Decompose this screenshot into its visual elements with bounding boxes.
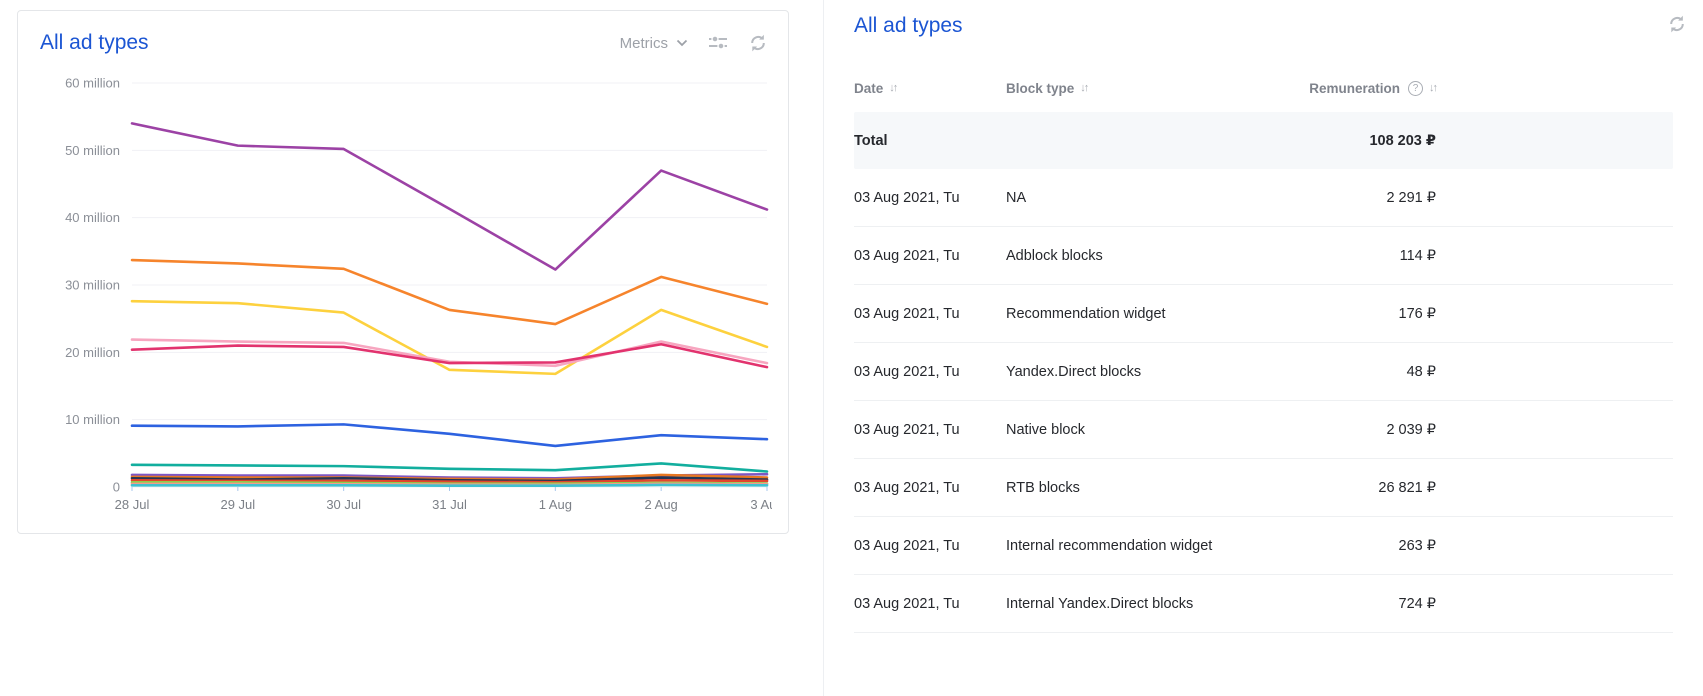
chart-card-header: All ad types Metrics (32, 21, 774, 57)
column-header-block-type[interactable]: Block type ↓↑ (1006, 81, 1286, 96)
row-remuneration: 176 ₽ (1286, 306, 1436, 322)
refresh-icon[interactable] (1667, 14, 1687, 34)
y-tick-label: 20 million (65, 345, 120, 360)
y-tick-label: 10 million (65, 412, 120, 427)
row-remuneration: 263 ₽ (1286, 538, 1436, 554)
row-date: 03 Aug 2021, Tu (854, 306, 1006, 322)
table-row: 03 Aug 2021, Tu Native block 2 039 ₽ (854, 401, 1673, 459)
table-row: 03 Aug 2021, Tu Recommendation widget 17… (854, 285, 1673, 343)
row-block-type: Recommendation widget (1006, 306, 1286, 322)
chevron-down-icon (676, 37, 688, 49)
chart-line-crimson-line (132, 344, 767, 367)
row-remuneration: 724 ₽ (1286, 596, 1436, 612)
x-tick-label: 29 Jul (220, 497, 255, 512)
sort-icon[interactable]: ↓↑ (1429, 82, 1436, 94)
table-row: 03 Aug 2021, Tu RTB blocks 26 821 ₽ (854, 459, 1673, 517)
row-block-type: Internal recommendation widget (1006, 538, 1286, 554)
total-value: 108 203 ₽ (1286, 133, 1436, 149)
x-tick-label: 3 Aug (750, 497, 772, 512)
refresh-icon[interactable] (748, 33, 768, 53)
chart-line-teal-line (132, 463, 767, 471)
row-remuneration: 26 821 ₽ (1286, 480, 1436, 496)
x-tick-label: 31 Jul (432, 497, 467, 512)
row-date: 03 Aug 2021, Tu (854, 596, 1006, 612)
table-header-row: Date ↓↑ Block type ↓↑ Remuneration ? ↓↑ (854, 64, 1673, 112)
table-row: 03 Aug 2021, Tu Internal recommendation … (854, 517, 1673, 575)
row-date: 03 Aug 2021, Tu (854, 364, 1006, 380)
column-header-remuneration[interactable]: Remuneration ? ↓↑ (1286, 81, 1436, 96)
table-card-header: All ad types (854, 12, 1673, 40)
x-tick-label: 30 Jul (326, 497, 361, 512)
row-date: 03 Aug 2021, Tu (854, 480, 1006, 496)
y-tick-label: 50 million (65, 143, 120, 158)
y-tick-label: 30 million (65, 278, 120, 293)
chart-line-blue-line (132, 424, 767, 446)
chart-controls: Metrics (620, 33, 768, 53)
x-tick-label: 2 Aug (645, 497, 678, 512)
row-remuneration: 2 039 ₽ (1286, 422, 1436, 438)
metrics-dropdown[interactable]: Metrics (620, 35, 688, 52)
row-block-type: Internal Yandex.Direct blocks (1006, 596, 1286, 612)
y-tick-label: 0 (113, 480, 120, 495)
chart-card: All ad types Metrics (17, 10, 789, 534)
x-tick-label: 28 Jul (115, 497, 150, 512)
y-tick-label: 60 million (65, 76, 120, 91)
sliders-icon[interactable] (708, 33, 728, 53)
chart-line-purple-line (132, 123, 767, 269)
row-date: 03 Aug 2021, Tu (854, 422, 1006, 438)
table-row: 03 Aug 2021, Tu Internal Yandex.Direct b… (854, 575, 1673, 633)
table-body: Total 108 203 ₽ 03 Aug 2021, Tu NA 2 291… (854, 112, 1673, 633)
sort-icon[interactable]: ↓↑ (1080, 82, 1087, 94)
row-block-type: NA (1006, 190, 1286, 206)
x-tick-label: 1 Aug (539, 497, 572, 512)
table-row: 03 Aug 2021, Tu NA 2 291 ₽ (854, 169, 1673, 227)
row-block-type: Adblock blocks (1006, 248, 1286, 264)
sort-icon[interactable]: ↓↑ (889, 82, 896, 94)
row-block-type: Native block (1006, 422, 1286, 438)
row-date: 03 Aug 2021, Tu (854, 248, 1006, 264)
column-header-date[interactable]: Date ↓↑ (854, 81, 1006, 96)
table-title: All ad types (854, 12, 963, 40)
help-icon[interactable]: ? (1408, 81, 1423, 96)
row-remuneration: 114 ₽ (1286, 248, 1436, 264)
row-block-type: Yandex.Direct blocks (1006, 364, 1286, 380)
table-total-row: Total 108 203 ₽ (854, 112, 1673, 169)
metrics-label: Metrics (620, 35, 668, 52)
row-date: 03 Aug 2021, Tu (854, 190, 1006, 206)
table-card: All ad types Date ↓↑ Block type ↓↑ Remun… (823, 0, 1703, 696)
row-date: 03 Aug 2021, Tu (854, 538, 1006, 554)
row-remuneration: 48 ₽ (1286, 364, 1436, 380)
y-tick-label: 40 million (65, 210, 120, 225)
table-row: 03 Aug 2021, Tu Yandex.Direct blocks 48 … (854, 343, 1673, 401)
chart-title: All ad types (40, 29, 149, 57)
row-remuneration: 2 291 ₽ (1286, 190, 1436, 206)
line-chart-svg: 60 million 50 million 40 million 30 million… (32, 59, 772, 529)
total-label: Total (854, 133, 1006, 149)
table-row: 03 Aug 2021, Tu Adblock blocks 114 ₽ (854, 227, 1673, 285)
chart-line-cyan-line (132, 485, 767, 486)
row-block-type: RTB blocks (1006, 480, 1286, 496)
